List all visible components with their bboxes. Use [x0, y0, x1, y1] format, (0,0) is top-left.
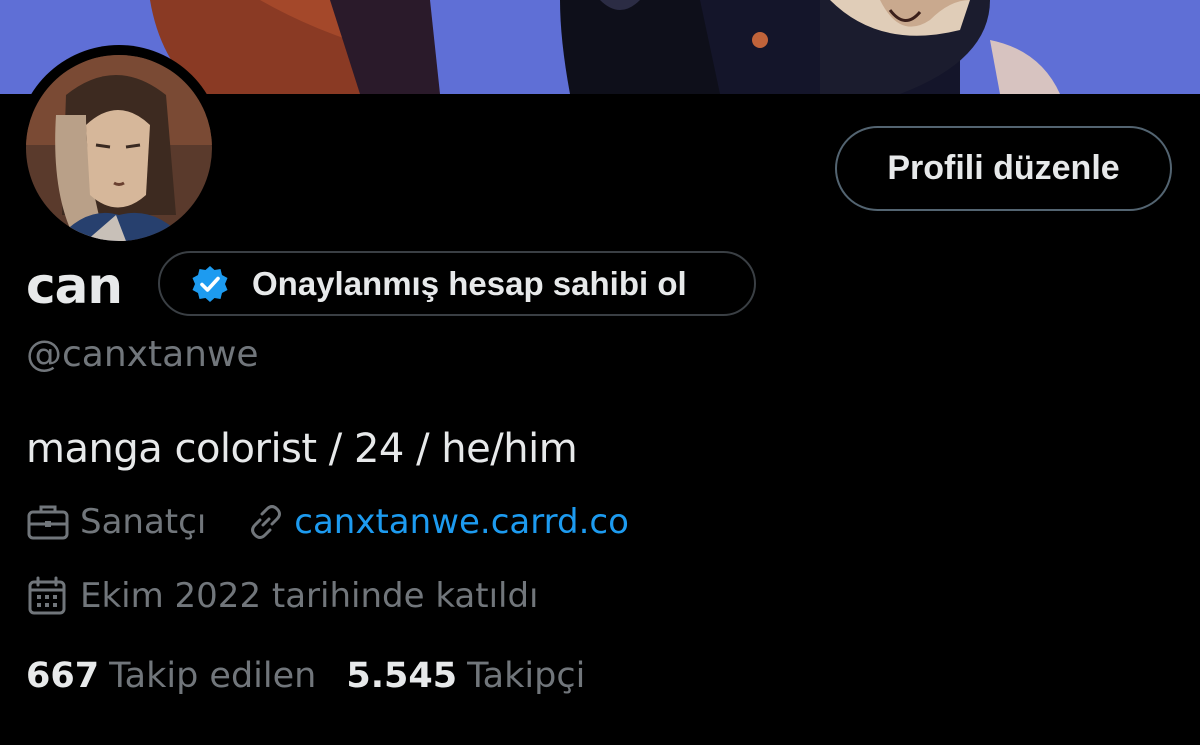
- followers-count: 5.545: [346, 656, 458, 696]
- briefcase-icon: [27, 505, 69, 540]
- following-link[interactable]: 667 Takip edilen: [26, 656, 316, 696]
- display-name: can: [26, 257, 123, 315]
- profile-meta-row: Sanatçı canxtanwe.carrd.co: [26, 502, 629, 542]
- avatar-image: [26, 55, 212, 241]
- following-label: Takip edilen: [109, 656, 317, 696]
- joined-row: Ekim 2022 tarihinde katıldı: [26, 575, 539, 617]
- edit-profile-button[interactable]: Profili düzenle: [835, 126, 1172, 211]
- user-handle: @canxtanwe: [26, 334, 259, 375]
- get-verified-button[interactable]: Onaylanmış hesap sahibi ol: [158, 251, 756, 316]
- profile-avatar[interactable]: [16, 45, 222, 251]
- verified-badge-icon: [192, 265, 228, 302]
- website-link[interactable]: canxtanwe.carrd.co: [294, 502, 629, 542]
- follow-stats: 667 Takip edilen 5.545 Takipçi: [26, 656, 585, 696]
- following-count: 667: [26, 656, 100, 696]
- profession-label: Sanatçı: [80, 502, 207, 542]
- link-icon: [251, 505, 282, 539]
- followers-label: Takipçi: [467, 656, 586, 696]
- followers-link[interactable]: 5.545 Takipçi: [346, 656, 585, 696]
- calendar-icon: [28, 576, 66, 615]
- profile-bio: manga colorist / 24 / he/him: [26, 426, 578, 472]
- get-verified-label: Onaylanmış hesap sahibi ol: [252, 264, 687, 302]
- joined-date: Ekim 2022 tarihinde katıldı: [80, 576, 539, 616]
